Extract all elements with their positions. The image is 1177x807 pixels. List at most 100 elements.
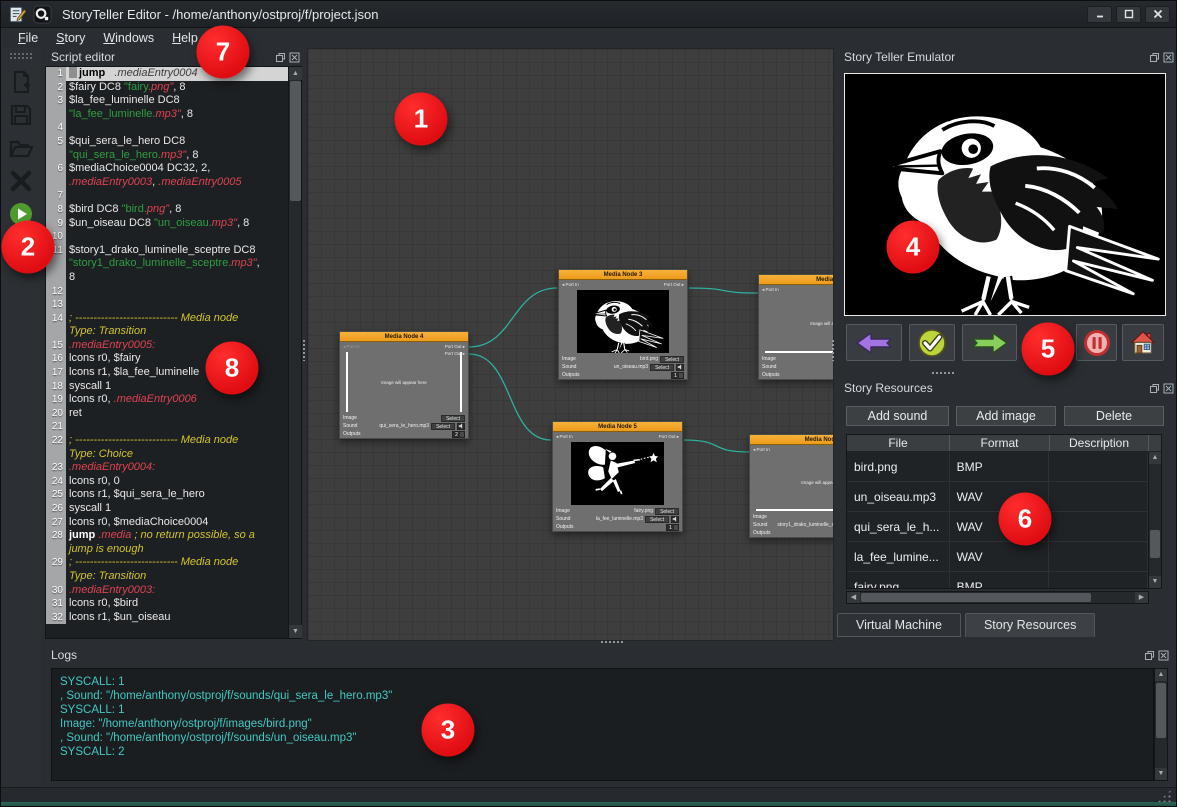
media-node[interactable]: Media Node 4◂ Port InPort Out ▸Port Out … [339, 331, 469, 439]
table-vertical-scrollbar[interactable]: ▲ ▼ [1148, 452, 1161, 588]
code-line[interactable]: jump is enough [46, 543, 288, 557]
save-button[interactable] [6, 100, 36, 130]
media-node[interactable]: Media Node 3◂ Port InPort Out ▸Imagebird… [558, 269, 688, 380]
open-button[interactable] [6, 133, 36, 163]
code-line[interactable]: 30.mediaEntry0003: [46, 584, 288, 598]
code-line[interactable]: 25lcons r1, $qui_sera_le_hero [46, 488, 288, 502]
tab-virtual-machine[interactable]: Virtual Machine [837, 613, 961, 637]
add-image-button[interactable]: Add image [956, 406, 1056, 426]
code-line[interactable]: 13 [46, 298, 288, 312]
scroll-right-icon[interactable]: ▶ [1135, 592, 1148, 603]
home-button[interactable] [1122, 324, 1164, 361]
code-scroll-thumb[interactable] [290, 81, 301, 201]
close-panel-icon[interactable] [1158, 650, 1169, 661]
code-line[interactable]: 27lcons r0, $mediaChoice0004 [46, 516, 288, 530]
check-button[interactable] [909, 324, 955, 361]
float-panel-icon[interactable] [275, 52, 286, 63]
delete-button[interactable] [6, 166, 36, 196]
scroll-down-icon[interactable]: ▼ [1149, 576, 1161, 588]
code-line[interactable]: "story1_drako_luminelle_sceptre.mp3", [46, 257, 288, 271]
scroll-down-icon[interactable]: ▼ [1155, 768, 1167, 780]
media-node[interactable]: Media Node 5◂ Port InPort Out ▸Imagefair… [552, 421, 683, 532]
right-splitter-handle[interactable] [831, 339, 836, 361]
code-line[interactable]: 9$un_oiseau DC8 "un_oiseau.mp3", 8 [46, 217, 288, 231]
column-header-format[interactable]: Format [950, 435, 1050, 451]
code-line[interactable]: Type: Transition [46, 325, 288, 339]
float-panel-icon[interactable] [1149, 383, 1160, 394]
code-line[interactable]: 14; ---------------------------- Media n… [46, 312, 288, 326]
port-in[interactable]: ◂ Port In [762, 287, 779, 293]
media-node[interactable]: Media Node 6◂ Port InImage will appear h… [749, 434, 834, 538]
menu-story[interactable]: Story [47, 30, 94, 46]
close-button[interactable] [1145, 6, 1170, 23]
port-in[interactable]: ◂ Port In [562, 282, 579, 288]
port-out[interactable]: Port Out ▸ [445, 344, 465, 350]
code-line[interactable]: 12 [46, 285, 288, 299]
pause-button[interactable] [1076, 324, 1117, 361]
code-line[interactable]: 4 [46, 121, 288, 135]
code-line[interactable]: 23.mediaEntry0004: [46, 461, 288, 475]
table-scroll-thumb[interactable] [1150, 530, 1160, 558]
scroll-down-icon[interactable]: ▼ [289, 625, 302, 638]
code-line[interactable]: 29; ---------------------------- Media n… [46, 556, 288, 570]
outputs-spinner[interactable]: 1 [671, 372, 684, 379]
maximize-button[interactable] [1116, 6, 1141, 23]
menu-windows[interactable]: Windows [94, 30, 163, 46]
port-in[interactable]: ◂ Port In [556, 434, 573, 440]
code-line[interactable]: 22; ---------------------------- Media n… [46, 434, 288, 448]
logs-scroll-thumb[interactable] [1156, 683, 1166, 738]
code-line[interactable]: "la_fee_luminelle.mp3", 8 [46, 108, 288, 122]
tab-story-resources[interactable]: Story Resources [965, 613, 1095, 637]
close-panel-icon[interactable] [1163, 383, 1174, 394]
table-hscroll-thumb[interactable] [861, 593, 1091, 602]
code-line[interactable]: 32lcons r1, $un_oiseau [46, 611, 288, 625]
code-line[interactable]: 26syscall 1 [46, 502, 288, 516]
speaker-icon[interactable] [671, 516, 679, 523]
code-line[interactable]: 28jump .media ; no return possible, so a [46, 529, 288, 543]
code-line[interactable]: 31lcons r0, $bird [46, 597, 288, 611]
forward-button[interactable] [962, 324, 1017, 361]
column-header-description[interactable]: Description [1050, 435, 1149, 451]
select-button[interactable]: Select [650, 364, 674, 371]
code-line[interactable]: 2$fairy DC8 "fairy.png", 8 [46, 81, 288, 95]
code-line[interactable]: "qui_sera_le_hero.mp3", 8 [46, 149, 288, 163]
port-out[interactable]: Port Out ▸ [445, 351, 465, 357]
add-sound-button[interactable]: Add sound [846, 406, 949, 426]
scroll-up-icon[interactable]: ▲ [289, 67, 302, 80]
emulator-splitter-handle[interactable] [931, 371, 955, 376]
code-scrollbar[interactable]: ▲ ▼ [288, 67, 301, 638]
float-panel-icon[interactable] [1149, 52, 1160, 63]
code-editor[interactable]: 1jump .mediaEntry00042$fairy DC8 "fairy.… [45, 66, 302, 639]
code-line[interactable]: 1jump .mediaEntry0004 [46, 67, 288, 81]
table-row[interactable]: fairy.pngBMP [847, 572, 1148, 588]
code-line[interactable]: 10 [46, 230, 288, 244]
code-line[interactable]: 19lcons r0, .mediaEntry0006 [46, 393, 288, 407]
port-out[interactable]: Port Out ▸ [659, 434, 679, 440]
port-out[interactable]: Port Out ▸ [664, 282, 684, 288]
code-line[interactable]: 3$la_fee_luminelle DC8 [46, 94, 288, 108]
logs-scrollbar[interactable]: ▲ ▼ [1154, 668, 1168, 781]
scroll-up-icon[interactable]: ▲ [1155, 669, 1167, 681]
select-button[interactable]: Select [441, 415, 465, 422]
code-line[interactable]: Type: Choice [46, 448, 288, 462]
code-line[interactable]: 24lcons r0, 0 [46, 475, 288, 489]
column-header-file[interactable]: File [847, 435, 950, 451]
table-row[interactable]: bird.pngBMP [847, 452, 1148, 482]
code-line[interactable]: 8 [46, 271, 288, 285]
outputs-spinner[interactable]: 1 [666, 524, 679, 531]
delete-button[interactable]: Delete [1064, 406, 1164, 426]
port-in[interactable]: ◂ Port In [343, 344, 360, 350]
table-row[interactable]: la_fee_lumine...WAV [847, 542, 1148, 572]
scroll-left-icon[interactable]: ◀ [847, 592, 860, 603]
logs-output[interactable]: SYSCALL: 1, Sound: "/home/anthony/ostpro… [51, 668, 1154, 781]
code-line[interactable]: Type: Transition [46, 570, 288, 584]
close-panel-icon[interactable] [1163, 52, 1174, 63]
select-button[interactable]: Select [431, 423, 455, 430]
select-button[interactable]: Select [655, 508, 679, 515]
speaker-icon[interactable] [676, 364, 684, 371]
float-panel-icon[interactable] [1144, 650, 1155, 661]
table-row[interactable]: un_oiseau.mp3WAV [847, 482, 1148, 512]
table-row[interactable]: qui_sera_le_h...WAV [847, 512, 1148, 542]
code-line[interactable]: 5$qui_sera_le_hero DC8 [46, 135, 288, 149]
table-horizontal-scrollbar[interactable]: ◀ ▶ [846, 591, 1149, 604]
